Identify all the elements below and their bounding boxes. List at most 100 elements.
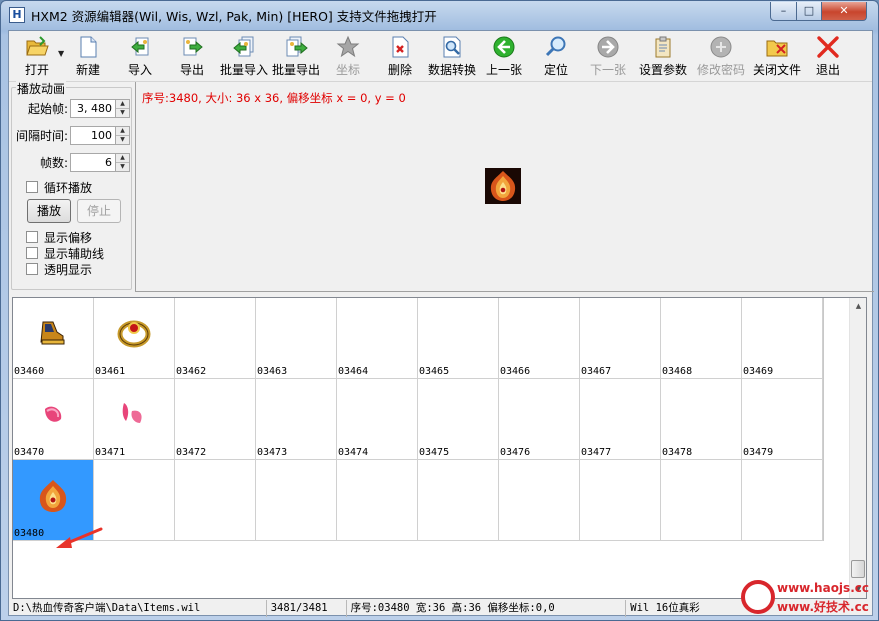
new-button[interactable]: 新建 <box>62 31 114 79</box>
show-guides-checkbox[interactable] <box>26 247 38 259</box>
boots-sprite-icon <box>40 321 65 345</box>
preview-pane[interactable]: 序号:3480, 大小: 36 x 36, 偏移坐标 x = 0, y = 0 <box>135 82 874 292</box>
thumbnail-label: 03466 <box>500 366 531 377</box>
thumbnail-label: 03462 <box>176 366 207 377</box>
open-button[interactable]: 打开 ▼ <box>12 31 64 79</box>
status-file-path: D:\热血传奇客户端\Data\Items.wil <box>9 600 267 617</box>
thumbnail-cell[interactable]: 03479 <box>742 379 823 460</box>
thumbnail-cell[interactable]: 03473 <box>256 379 337 460</box>
thumbnail-cell[interactable]: 03462 <box>175 298 256 379</box>
thumbnail-cell[interactable]: 03466 <box>499 298 580 379</box>
red-x-icon <box>817 36 839 58</box>
import-button[interactable]: 导入 <box>114 31 166 79</box>
empty-cell <box>337 460 418 541</box>
title-bar[interactable]: H HXM2 资源编辑器(Wil, Wis, Wzl, Pak, Min) [H… <box>1 1 878 29</box>
thumbnail-cell[interactable]: 03468 <box>661 298 742 379</box>
settings-label: 设置参数 <box>638 63 687 77</box>
thumbnail-label: 03480 <box>14 528 45 539</box>
thumbnail-cell[interactable]: 03470 <box>13 379 94 460</box>
export-button[interactable]: 导出 <box>166 31 218 79</box>
play-animation-group: 播放动画 起始帧: 3, 480 ▲ ▼ 间隔时间: 100 ▲ ▼ 帧数: 6 ▲… <box>11 80 132 290</box>
scroll-up-icon[interactable]: ▲ <box>850 298 867 315</box>
thumbnail-cell[interactable]: 03461 <box>94 298 175 379</box>
empty-cell <box>94 460 175 541</box>
thumbnail-label: 03479 <box>743 447 774 458</box>
next-label: 下一张 <box>589 63 626 77</box>
thumbnail-label: 03478 <box>662 447 693 458</box>
thumbnail-cell[interactable]: 03472 <box>175 379 256 460</box>
stop-button[interactable]: 停止 <box>77 199 121 223</box>
interval-spinner[interactable]: ▲ ▼ <box>116 125 130 145</box>
close-file-label: 关闭文件 <box>752 63 801 77</box>
show-offset-checkbox[interactable] <box>26 231 38 243</box>
thumbnail-label: 03465 <box>419 366 450 377</box>
thumbnail-cell[interactable]: 03467 <box>580 298 661 379</box>
thumbnail-grid-view[interactable]: 03460 03461 03462 03463 03464 03465 03466 03467… <box>12 297 867 599</box>
export-icon <box>183 37 203 56</box>
locate-button[interactable]: 定位 <box>530 31 582 79</box>
thumbnail-cell[interactable]: 03460 <box>13 298 94 379</box>
thumbnail-cell[interactable]: 03469 <box>742 298 823 379</box>
watermark: www.haojs.cc www.好技术.cc <box>741 578 879 618</box>
thumbnail-cell[interactable]: 03474 <box>337 379 418 460</box>
arrow-left-icon <box>493 36 515 58</box>
scrollbar-thumb[interactable] <box>851 560 865 578</box>
convert-button[interactable]: 数据转换 <box>426 31 478 79</box>
thumbnail-cell[interactable]: 03476 <box>499 379 580 460</box>
empty-cell <box>580 460 661 541</box>
next-button[interactable]: 下一张 <box>582 31 634 79</box>
settings-button[interactable]: 设置参数 <box>634 31 692 79</box>
transparent-row[interactable]: 透明显示 <box>26 261 92 277</box>
thumbnail-label: 03463 <box>257 366 288 377</box>
thumbnail-label: 03468 <box>662 366 693 377</box>
play-button[interactable]: 播放 <box>27 199 71 223</box>
import-label: 导入 <box>127 63 152 77</box>
vertical-scrollbar[interactable]: ▲ ▼ <box>849 298 866 598</box>
open-label: 打开 <box>24 63 49 77</box>
batch-export-label: 批量导出 <box>271 63 320 77</box>
thumbnail-cell[interactable]: 03464 <box>337 298 418 379</box>
frames-input[interactable]: 6 <box>70 152 116 172</box>
coords-button[interactable]: 坐标 <box>322 31 374 79</box>
loop-checkbox[interactable] <box>26 181 38 193</box>
thumbnail-cell[interactable]: 03465 <box>418 298 499 379</box>
maximize-button[interactable]: □ <box>796 2 822 21</box>
frames-spinner[interactable]: ▲ ▼ <box>116 152 130 172</box>
thumbnail-label: 03460 <box>14 366 45 377</box>
thumbnail-cell[interactable]: 03475 <box>418 379 499 460</box>
minimize-button[interactable]: – <box>770 2 797 21</box>
transparent-checkbox[interactable] <box>26 263 38 275</box>
coords-label: 坐标 <box>335 63 360 77</box>
thumbnail-label: 03473 <box>257 447 288 458</box>
close-file-button[interactable]: 关闭文件 <box>750 31 804 79</box>
magnifier-document-icon <box>443 36 461 58</box>
toolbar: 打开 ▼ 新建 导入 导出 批量导入 批量导出 坐标 删除 数据转换 上一张 定… <box>9 31 872 81</box>
batch-export-button[interactable]: 批量导出 <box>270 31 322 79</box>
start-frame-input[interactable]: 3, 480 <box>70 98 116 118</box>
start-frame-spinner[interactable]: ▲ ▼ <box>116 98 130 118</box>
change-password-button[interactable]: 修改密码 <box>692 31 750 79</box>
watermark-logo-icon <box>741 580 775 614</box>
arrow-right-icon <box>597 36 619 58</box>
prev-label: 上一张 <box>485 63 522 77</box>
show-guides-row[interactable]: 显示辅助线 <box>26 245 104 261</box>
loop-checkbox-row[interactable]: 循环播放 <box>26 179 92 195</box>
app-icon[interactable]: H <box>9 7 25 23</box>
interval-input[interactable]: 100 <box>70 125 116 145</box>
thumbnail-cell[interactable]: 03471 <box>94 379 175 460</box>
prev-button[interactable]: 上一张 <box>478 31 530 79</box>
empty-cell <box>418 460 499 541</box>
thumbnail-label: 03475 <box>419 447 450 458</box>
delete-file-icon <box>392 36 409 58</box>
thumbnail-cell[interactable]: 03478 <box>661 379 742 460</box>
close-window-button[interactable]: ✕ <box>821 2 867 21</box>
export-label: 导出 <box>179 63 204 77</box>
exit-button[interactable]: 退出 <box>804 31 852 79</box>
close-folder-icon <box>766 40 788 57</box>
show-offset-row[interactable]: 显示偏移 <box>26 229 92 245</box>
delete-button[interactable]: 删除 <box>374 31 426 79</box>
batch-import-button[interactable]: 批量导入 <box>218 31 270 79</box>
thumbnail-cell[interactable]: 03477 <box>580 379 661 460</box>
interval-label: 间隔时间: <box>15 128 68 143</box>
thumbnail-cell[interactable]: 03463 <box>256 298 337 379</box>
